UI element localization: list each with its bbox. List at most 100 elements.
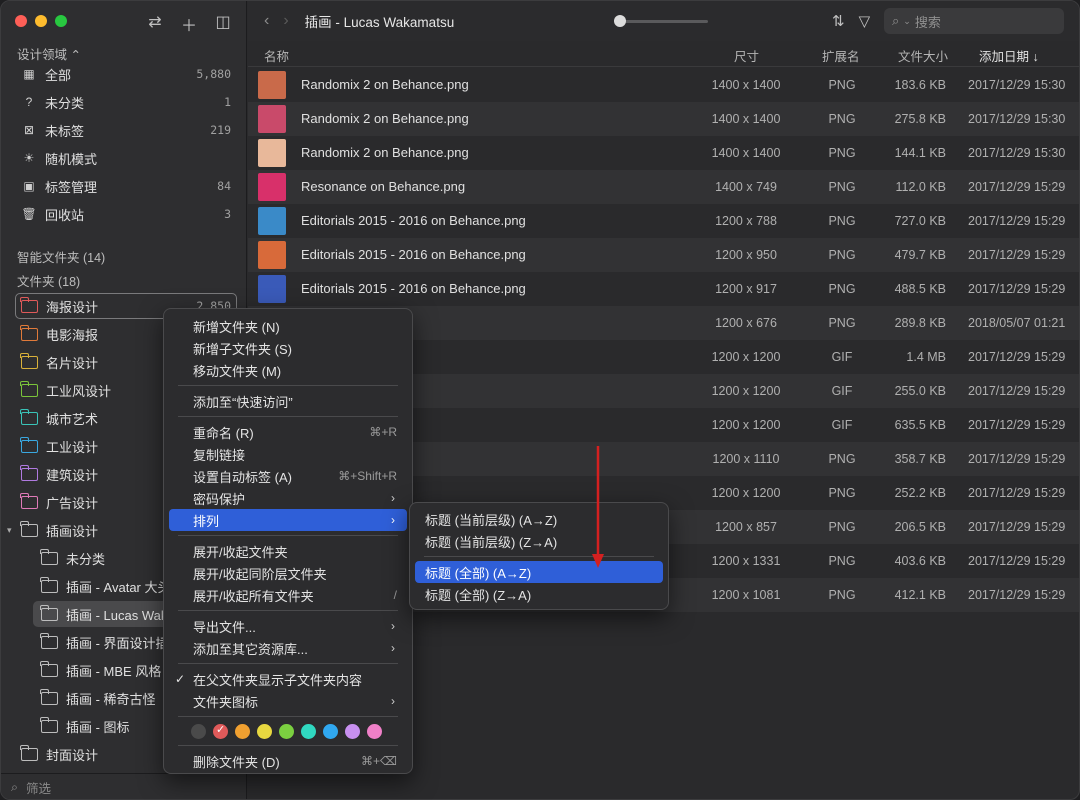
sync-icon[interactable]: ⇄ (146, 12, 164, 36)
sort-icon[interactable]: ⇅ (832, 12, 845, 30)
smart-folders-title[interactable]: 智能文件夹 (14) (17, 247, 105, 266)
file-size: 144.1 KB (894, 146, 946, 160)
thumbnail (258, 275, 286, 303)
folder-icon (40, 576, 58, 593)
search-icon: ⌕ (892, 13, 900, 28)
sidebar-item[interactable]: ? 未分类 1 (1, 89, 247, 115)
table-row[interactable]: Randomix 2 on Behance.png 1400 x 1400 PN… (248, 102, 1079, 136)
color-swatch[interactable] (279, 723, 294, 739)
file-ext: PNG (828, 214, 856, 228)
sort-title-all-za[interactable]: 标题 (全部) (Z→A) (415, 583, 663, 605)
column-date[interactable]: 添加日期 ↓ (979, 46, 1039, 65)
sidebar-item[interactable]: ▣ 标签管理 84 (1, 173, 247, 199)
menu-expand-all-label: 展开/收起所有文件夹 (193, 588, 314, 604)
filter-input[interactable]: 筛选 (26, 778, 51, 797)
menu-rename-label: 重命名 (R) (193, 425, 254, 441)
menu-rename[interactable]: 重命名 (R) ⌘+R (169, 421, 407, 443)
color-swatch[interactable] (191, 723, 206, 739)
folder-icon (40, 632, 58, 649)
menu-export[interactable]: 导出文件... › (169, 615, 407, 637)
zoom-window-button[interactable] (55, 15, 67, 27)
search-input[interactable]: ⌕ ⌄ 搜索 (884, 8, 1064, 34)
file-ext: GIF (831, 350, 853, 364)
sidebar-item[interactable]: 🗑 回收站 3 (1, 201, 247, 227)
menu-move-folder[interactable]: 移动文件夹 (M) (169, 359, 407, 381)
forward-icon[interactable]: › (283, 12, 288, 30)
menu-sort[interactable]: 排列 › (169, 509, 407, 531)
folders-title[interactable]: 文件夹 (18) (17, 271, 80, 290)
menu-folder-icon[interactable]: 文件夹图标 › (169, 690, 407, 712)
menu-show-sub-content[interactable]: ✓ 在父文件夹显示子文件夹内容 (169, 668, 407, 690)
file-name: Randomix 2 on Behance.png (301, 145, 469, 160)
thumbnail (258, 105, 286, 133)
file-size: 488.5 KB (894, 282, 946, 296)
table-row[interactable]: Editorials 2015 - 2016 on Behance.png 12… (248, 238, 1079, 272)
table-row[interactable]: Randomix 2 on Behance.png 1400 x 1400 PN… (248, 136, 1079, 170)
color-swatch[interactable] (367, 723, 382, 739)
file-dims: 1200 x 857 (715, 520, 777, 534)
back-icon[interactable]: ‹ (264, 12, 269, 30)
file-ext: PNG (828, 486, 856, 500)
color-swatch[interactable] (235, 723, 250, 739)
chevron-right-icon: › (391, 641, 395, 655)
table-row[interactable]: Editorials 2015 - 2016 on Behance.png 12… (248, 204, 1079, 238)
minimize-window-button[interactable] (35, 15, 47, 27)
folder-icon (20, 296, 38, 313)
menu-auto-tag-shortcut: ⌘+Shift+R (338, 469, 397, 483)
file-ext: PNG (828, 146, 856, 160)
menu-new-folder[interactable]: 新增文件夹 (N) (169, 315, 407, 337)
menu-auto-tag[interactable]: 设置自动标签 (A) ⌘+Shift+R (169, 465, 407, 487)
color-swatch[interactable] (301, 723, 316, 739)
filter-icon[interactable]: ▽ (859, 12, 871, 30)
filter-bar[interactable]: ⌕ 筛选 (1, 773, 247, 799)
file-ext: PNG (828, 248, 856, 262)
menu-expand-folder[interactable]: 展开/收起文件夹 (169, 540, 407, 562)
folder-label: 封面设计 (46, 747, 99, 763)
caret-down-icon[interactable]: ▾ (7, 525, 12, 536)
column-name[interactable]: 名称 (264, 46, 289, 65)
sidebar-toggle-icon[interactable]: ◫ (214, 12, 232, 36)
folder-icon (20, 744, 38, 761)
table-row[interactable]: Resonance on Behance.png 1400 x 749 PNG … (248, 170, 1079, 204)
thumbnail-size-slider[interactable] (614, 20, 708, 23)
sidebar-item[interactable]: ▦ 全部 5,880 (1, 61, 247, 87)
menu-delete-folder[interactable]: 删除文件夹 (D) ⌘+⌫ (169, 750, 407, 772)
file-date: 2017/12/29 15:29 (968, 214, 1066, 228)
menu-new-subfolder[interactable]: 新增子文件夹 (S) (169, 337, 407, 359)
menu-add-to-library[interactable]: 添加至其它资源库... › (169, 637, 407, 659)
column-size[interactable]: 文件大小 (898, 46, 948, 65)
menu-add-quick-access[interactable]: 添加至“快速访问” (169, 390, 407, 412)
sidebar-item-count: 3 (224, 207, 231, 221)
column-ext[interactable]: 扩展名 (822, 46, 860, 65)
file-date: 2017/12/29 15:29 (968, 180, 1066, 194)
sort-title-all-az[interactable]: 标题 (全部) (A→Z) (415, 561, 663, 583)
folder-icon (20, 520, 38, 537)
slider-knob[interactable] (614, 15, 626, 27)
sidebar-item[interactable]: ⊠ 未标签 219 (1, 117, 247, 143)
color-swatch[interactable] (257, 723, 272, 739)
menu-expand-siblings[interactable]: 展开/收起同阶层文件夹 (169, 562, 407, 584)
thumbnail (258, 173, 286, 201)
color-swatch[interactable] (345, 723, 360, 739)
file-size: 289.8 KB (894, 316, 946, 330)
column-dims[interactable]: 尺寸 (734, 46, 759, 65)
menu-delete-shortcut: ⌘+⌫ (361, 754, 397, 768)
file-date: 2017/12/29 15:29 (968, 384, 1066, 398)
close-window-button[interactable] (15, 15, 27, 27)
menu-expand-all[interactable]: 展开/收起所有文件夹 / (169, 584, 407, 606)
menu-copy-link[interactable]: 复制链接 (169, 443, 407, 465)
folder-icon (20, 408, 38, 425)
sidebar-item[interactable]: ☀ 随机模式 (1, 145, 247, 171)
file-ext: GIF (831, 418, 853, 432)
menu-password[interactable]: 密码保护 › (169, 487, 407, 509)
table-row[interactable]: Randomix 2 on Behance.png 1400 x 1400 PN… (248, 68, 1079, 102)
color-swatch[interactable] (323, 723, 338, 739)
table-row[interactable]: Editorials 2015 - 2016 on Behance.png 12… (248, 272, 1079, 306)
file-date: 2017/12/29 15:29 (968, 588, 1066, 602)
thumbnail (258, 207, 286, 235)
color-swatch[interactable] (213, 723, 228, 739)
menu-separator (178, 610, 398, 611)
sort-title-current-za[interactable]: 标题 (当前层级) (Z→A) (415, 530, 663, 552)
add-icon[interactable]: ＋ (180, 12, 198, 36)
sort-title-current-az[interactable]: 标题 (当前层级) (A→Z) (415, 508, 663, 530)
